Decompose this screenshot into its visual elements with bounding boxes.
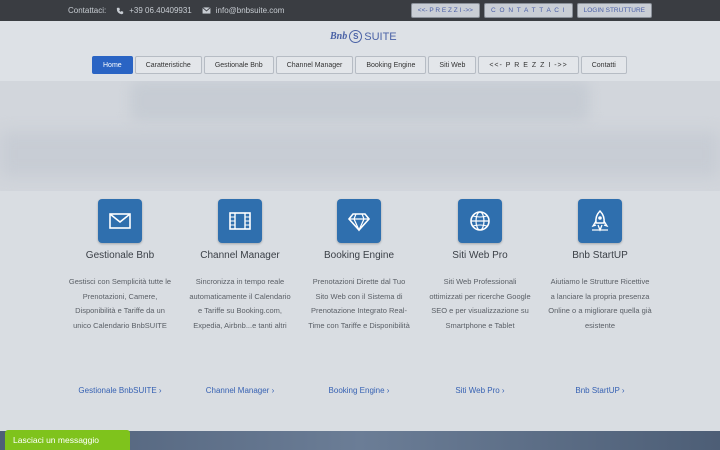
nav-tab-home[interactable]: Home [92, 56, 133, 74]
feature-description: Siti Web Professionali ottimizzati per r… [429, 277, 531, 330]
feature-link[interactable]: Booking Engine › [299, 386, 419, 395]
nav-tab-booking-engine[interactable]: Booking Engine [355, 56, 427, 74]
contact-label: Contattaci: [68, 6, 107, 15]
diamond-icon [347, 213, 371, 232]
login-strutture-button[interactable]: LOGIN STRUTTURE [576, 3, 652, 18]
top-bar: Contattaci: +39 06.40409931 info@bnbsuit… [0, 0, 720, 21]
feature-link[interactable]: Siti Web Pro › [420, 386, 540, 395]
chat-widget-button[interactable]: Lasciaci un messaggio [5, 430, 130, 450]
feature-description: Prenotazioni Dirette dal Tuo Sito Web co… [308, 277, 410, 330]
feature-link[interactable]: Channel Manager › [180, 386, 300, 395]
feature-description: Gestisci con Semplicità tutte le Prenota… [68, 277, 172, 330]
phone-contact[interactable]: +39 06.40409931 [116, 6, 192, 15]
logo-mark: S [349, 30, 363, 43]
contact-info: Contattaci: +39 06.40409931 info@bnbsuit… [68, 6, 284, 15]
rocket-icon [591, 209, 609, 232]
feature-booking-engine: Booking Engine Prenotazioni Dirette dal … [299, 199, 419, 395]
feature-icon-box [578, 199, 622, 243]
globe-icon [470, 211, 490, 231]
feature-title: Channel Manager [200, 250, 280, 261]
feature-link[interactable]: Gestionale BnbSUITE › [60, 386, 180, 395]
feature-siti-web-pro: Siti Web Pro Siti Web Professionali otti… [420, 199, 540, 395]
phone-icon [117, 7, 124, 14]
feature-title: Bnb StartUP [572, 250, 628, 261]
site-header: Bnb S SUITE Home Caratteristiche Gestion… [0, 21, 720, 81]
feature-icon-box [458, 199, 502, 243]
feature-title: Booking Engine [323, 250, 395, 261]
hero-headline-blur [130, 81, 590, 121]
site-logo[interactable]: Bnb S SUITE [330, 30, 397, 43]
phone-number: +39 06.40409931 [129, 6, 192, 15]
nav-tab-prezzi[interactable]: <<- P R E Z Z I ->> [478, 56, 579, 74]
contattaci-button[interactable]: C O N T A T T A C I [483, 3, 573, 18]
nav-tab-contatti[interactable]: Contatti [580, 56, 627, 74]
nav-tab-gestionale-bnb[interactable]: Gestionale Bnb [203, 56, 274, 74]
logo-text-suite: SUITE [364, 30, 397, 43]
feature-description: Sincronizza in tempo reale automaticamen… [189, 277, 291, 330]
envelope-icon [109, 213, 131, 229]
feature-icon-box [98, 199, 142, 243]
email-contact[interactable]: info@bnbsuite.com [202, 6, 285, 15]
envelope-icon [202, 7, 211, 14]
email-address: info@bnbsuite.com [215, 6, 285, 15]
nav-tab-caratteristiche[interactable]: Caratteristiche [134, 56, 202, 74]
feature-bnb-startup: Bnb StartUP Aiutiamo le Strutture Ricett… [540, 199, 660, 395]
features-section: Gestionale Bnb Gestisci con Semplicità t… [0, 191, 720, 431]
prezzi-button[interactable]: <<- P R E Z Z I ->> [410, 3, 480, 18]
main-nav: Home Caratteristiche Gestionale Bnb Chan… [92, 56, 627, 74]
feature-icon-box [337, 199, 381, 243]
feature-title: Siti Web Pro [452, 250, 508, 261]
feature-link[interactable]: Bnb StartUP › [540, 386, 660, 395]
nav-tab-siti-web[interactable]: Siti Web [428, 56, 477, 74]
feature-icon-box [218, 199, 262, 243]
feature-title: Gestionale Bnb [85, 250, 155, 261]
nav-tab-channel-manager[interactable]: Channel Manager [275, 56, 354, 74]
feature-channel-manager: Channel Manager Sincronizza in tempo rea… [180, 199, 300, 395]
feature-description: Aiutiamo le Strutture Ricettive a lancia… [548, 277, 652, 330]
logo-text-bnb: Bnb [330, 31, 348, 42]
feature-gestionale-bnb: Gestionale Bnb Gestisci con Semplicità t… [60, 199, 180, 395]
hero-subline-blur [0, 131, 720, 177]
hero-banner [0, 81, 720, 191]
film-icon [229, 212, 251, 230]
